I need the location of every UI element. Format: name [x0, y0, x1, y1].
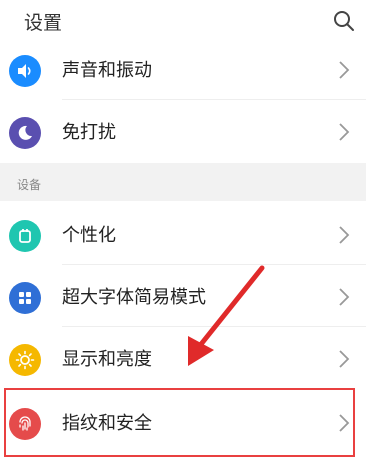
red-arrow-annotation [188, 265, 265, 366]
